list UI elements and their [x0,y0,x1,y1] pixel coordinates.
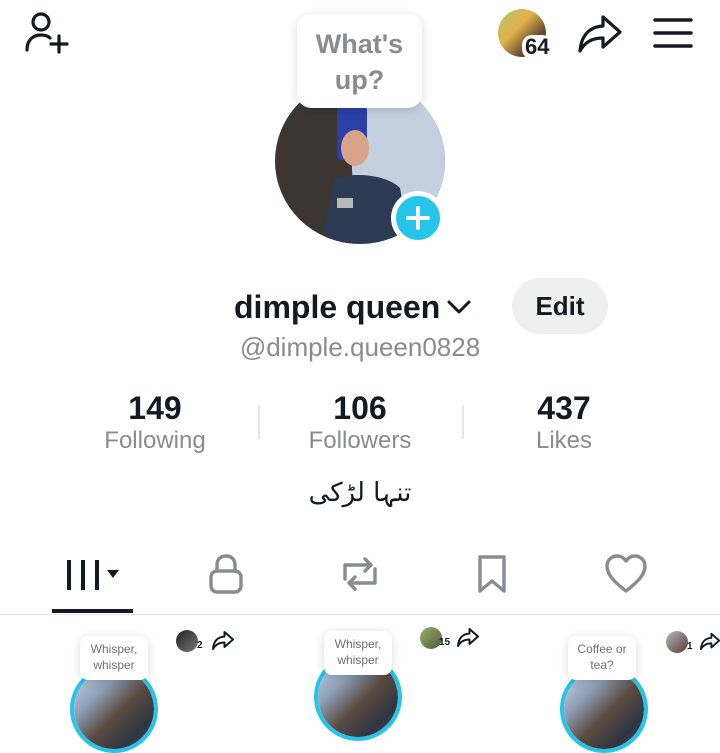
card-avatar-photo [74,669,154,749]
profile-name-switcher[interactable]: dimple queen [234,286,472,328]
hamburger-icon [653,18,693,48]
bookmark-icon [478,555,506,593]
card-count: 15 [439,637,451,648]
grid-card[interactable]: Whisper, whisper 2 [0,615,240,753]
tab-videos[interactable] [52,548,134,600]
tab-liked[interactable] [596,548,656,600]
profile-name: dimple queen [234,288,441,325]
tab-favorites[interactable] [462,548,522,600]
stat-followers-value: 106 [333,390,387,426]
share-arrow-icon [578,15,622,53]
share-arrow-icon [699,632,720,651]
edit-profile-button[interactable]: Edit [512,278,608,334]
stat-following[interactable]: 149 Following [55,390,255,455]
chevron-down-icon [447,300,471,314]
menu-button[interactable] [650,14,696,52]
mini-avatar [666,631,688,653]
card-count: 1 [687,641,693,652]
share-profile-button[interactable] [574,10,626,56]
tab-active-indicator [52,609,133,613]
heart-icon [605,554,647,593]
tab-private[interactable] [196,548,256,600]
status-bubble-text: What's up? [315,29,404,95]
stat-followers[interactable]: 106 Followers [260,390,460,455]
mini-avatar [176,630,198,652]
plus-icon [396,196,440,240]
story-avatar-button[interactable]: 64 [498,9,553,59]
share-arrow-icon [212,631,234,650]
card-bubble: Whisper, whisper [80,636,148,680]
stat-likes-value: 437 [537,390,591,426]
card-bubble: Coffee or tea? [568,636,636,680]
repost-icon [343,557,377,591]
lock-icon [209,554,243,594]
notification-count: 64 [522,35,553,59]
tab-reposts[interactable] [330,548,390,600]
add-friend-button[interactable] [22,10,72,56]
grid-card[interactable]: Whisper, whisper 15 [240,615,480,741]
card-avatar-photo [564,669,644,749]
card-bubble: Whisper, whisper [324,631,392,675]
stat-likes-label: Likes [535,427,593,454]
username: @dimple.queen0828 [239,332,481,362]
person-plus-icon [25,12,69,54]
grid-card[interactable]: Coffee or tea? 1 [480,615,720,753]
bio: تنہا لڑکی [308,478,412,508]
stat-likes[interactable]: 437 Likes [464,390,664,455]
status-bubble[interactable]: What's up? [297,14,422,108]
stat-following-value: 149 [128,390,182,426]
stat-followers-label: Followers [308,427,412,454]
card-count: 2 [197,640,203,651]
stat-following-label: Following [104,427,206,454]
grid-icon [67,560,119,590]
share-arrow-icon [457,628,479,647]
add-story-button[interactable] [391,191,445,245]
